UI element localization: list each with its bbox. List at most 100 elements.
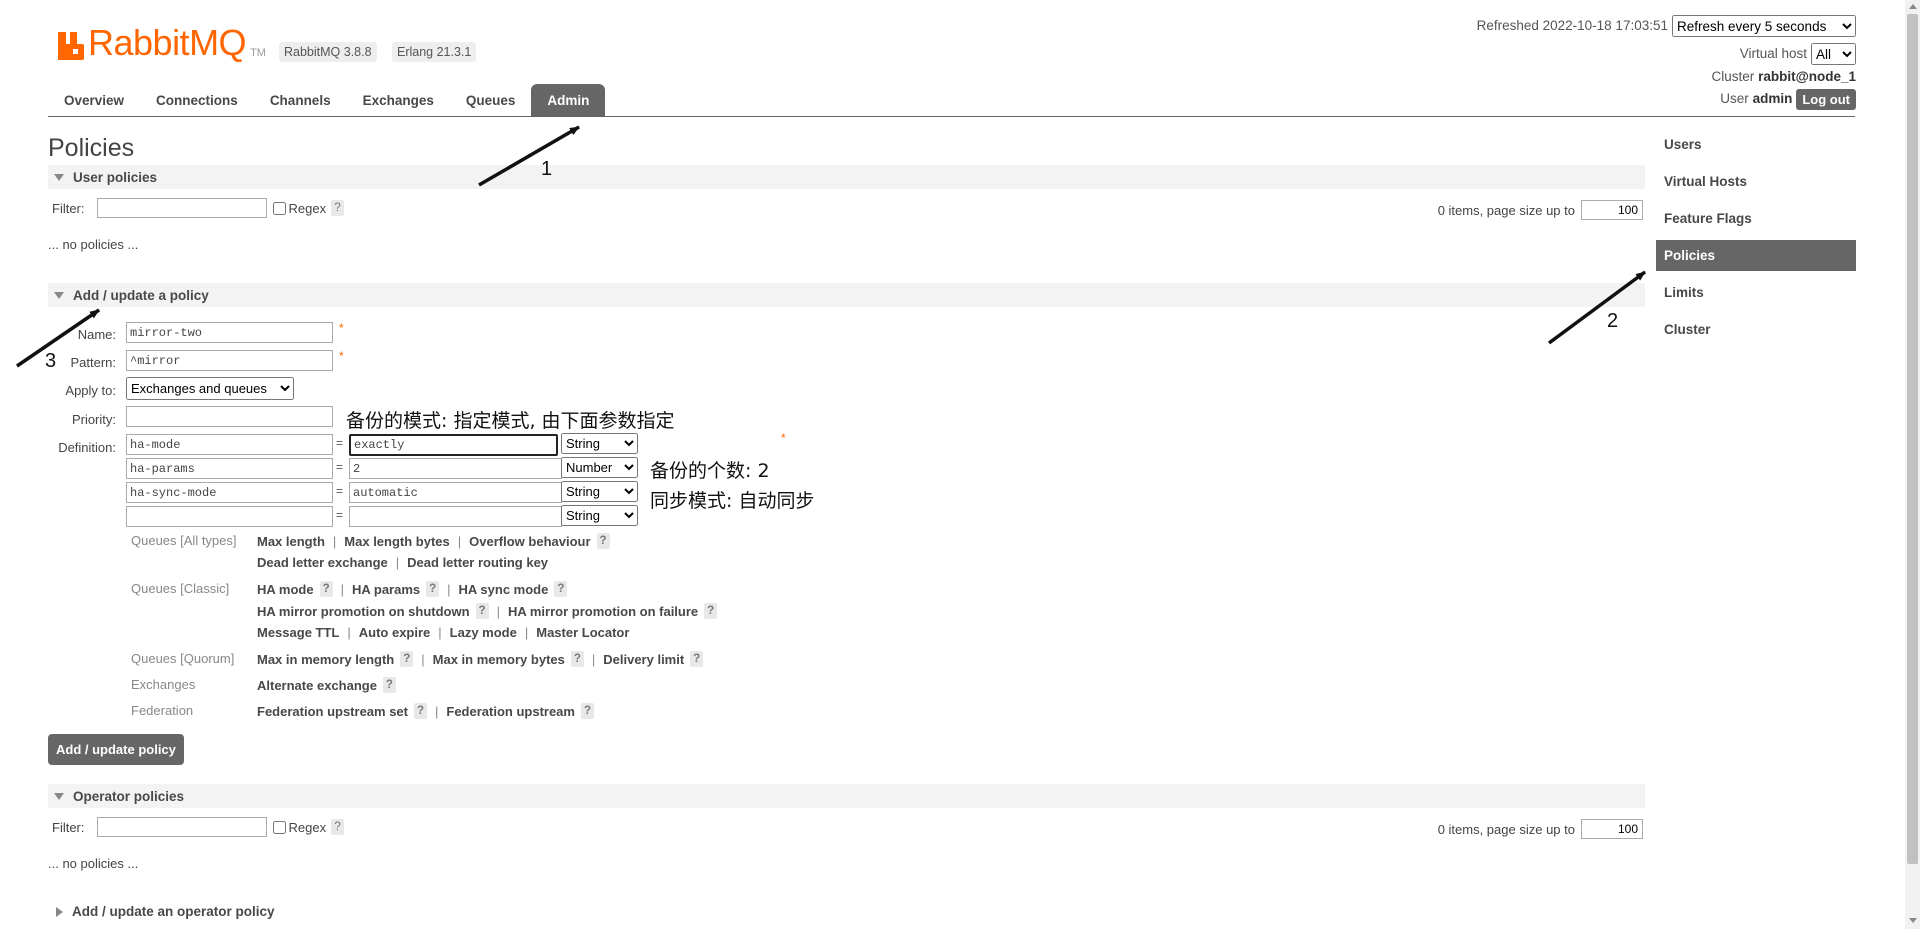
- rabbitmq-logo[interactable]: RabbitMQ TM: [58, 22, 266, 63]
- page-size-input[interactable]: [1581, 200, 1643, 220]
- key-max-length[interactable]: Max length: [257, 534, 325, 549]
- refreshed-timestamp: Refreshed 2022-10-18 17:03:51: [1476, 18, 1668, 33]
- help-icon[interactable]: ?: [400, 651, 414, 667]
- key-message-ttl[interactable]: Message TTL: [257, 625, 339, 640]
- tab-admin[interactable]: Admin: [531, 84, 606, 117]
- tab-overview[interactable]: Overview: [48, 84, 140, 117]
- add-update-policy-button[interactable]: Add / update policy: [48, 734, 184, 765]
- definition-key-input[interactable]: [126, 434, 333, 455]
- key-max-length-bytes[interactable]: Max length bytes: [344, 534, 449, 549]
- policy-pattern-input[interactable]: [126, 350, 333, 371]
- definition-type-select[interactable]: String: [561, 433, 638, 454]
- scrollbar-thumb[interactable]: [1907, 14, 1918, 864]
- help-icon[interactable]: ?: [475, 603, 489, 619]
- key-dead-letter-exchange[interactable]: Dead letter exchange: [257, 555, 388, 570]
- equals-sign: =: [336, 508, 344, 522]
- all-types-keys-line2: Dead letter exchange | Dead letter routin…: [257, 555, 549, 570]
- sidebar-item-feature-flags[interactable]: Feature Flags: [1656, 203, 1856, 234]
- definition-key-input[interactable]: [126, 506, 333, 527]
- key-master-locator[interactable]: Master Locator: [536, 625, 629, 640]
- scroll-down-icon[interactable]: [1909, 918, 1917, 923]
- classic-keys-line2: HA mirror promotion on shutdown ? | HA mi…: [257, 603, 718, 619]
- key-overflow-behaviour[interactable]: Overflow behaviour: [469, 534, 590, 549]
- user-policies-header[interactable]: User policies: [48, 165, 1645, 189]
- help-icon[interactable]: ?: [331, 200, 345, 216]
- pager-text: 0 items, page size up to: [1437, 821, 1575, 837]
- help-icon[interactable]: ?: [554, 581, 568, 597]
- key-ha-mode[interactable]: HA mode: [257, 582, 314, 597]
- key-delivery-limit[interactable]: Delivery limit: [603, 652, 684, 667]
- help-icon[interactable]: ?: [690, 651, 704, 667]
- add-operator-policy-header[interactable]: Add / update an operator policy: [48, 904, 275, 919]
- key-federation-upstream[interactable]: Federation upstream: [446, 704, 575, 719]
- filter-label: Filter:: [52, 200, 85, 216]
- apply-to-select[interactable]: Exchanges and queues: [126, 377, 294, 400]
- help-icon[interactable]: ?: [319, 581, 333, 597]
- refresh-interval-select[interactable]: Refresh every 5 seconds: [1672, 15, 1856, 37]
- operator-policies-filter-input[interactable]: [96, 817, 267, 837]
- regex-checkbox[interactable]: [272, 820, 286, 834]
- annotation-ha-params-note: 备份的个数: 2: [650, 460, 770, 482]
- category-all-types: Queues [All types]: [131, 533, 237, 548]
- logo-text: RabbitMQ: [88, 22, 247, 63]
- section-title: Operator policies: [73, 788, 185, 804]
- help-icon[interactable]: ?: [704, 603, 718, 619]
- header-status-panel: Refreshed 2022-10-18 17:03:51 Refresh ev…: [1476, 15, 1856, 110]
- definition-value-input[interactable]: [349, 434, 558, 456]
- help-icon[interactable]: ?: [414, 703, 427, 719]
- policy-name-input[interactable]: [126, 322, 333, 343]
- required-marker: *: [339, 349, 344, 363]
- definition-type-select[interactable]: Number: [561, 457, 638, 478]
- key-lazy-mode[interactable]: Lazy mode: [450, 625, 517, 640]
- expand-triangle-icon: [56, 906, 63, 917]
- key-ha-sync-mode[interactable]: HA sync mode: [459, 582, 549, 597]
- page-size-input[interactable]: [1581, 819, 1643, 839]
- key-ha-promotion-failure[interactable]: HA mirror promotion on failure: [508, 604, 698, 619]
- tab-queues[interactable]: Queues: [450, 84, 532, 117]
- virtual-host-select[interactable]: All: [1811, 43, 1856, 65]
- priority-input[interactable]: [126, 406, 333, 427]
- tab-exchanges[interactable]: Exchanges: [347, 84, 450, 117]
- key-ha-params[interactable]: HA params: [352, 582, 420, 597]
- operator-policies-pager: 0 items, page size up to: [1438, 819, 1643, 839]
- definition-key-input[interactable]: [126, 482, 333, 503]
- regex-label: Regex: [288, 200, 327, 216]
- sidebar-item-users[interactable]: Users: [1656, 129, 1856, 160]
- definition-label: Definition:: [58, 440, 116, 455]
- operator-policies-header[interactable]: Operator policies: [48, 784, 1645, 808]
- help-icon[interactable]: ?: [331, 819, 345, 835]
- key-ha-promotion-shutdown[interactable]: HA mirror promotion on shutdown: [257, 604, 470, 619]
- definition-value-input[interactable]: [349, 506, 562, 527]
- key-federation-upstream-set[interactable]: Federation upstream set: [257, 704, 408, 719]
- definition-value-input[interactable]: [349, 482, 562, 503]
- sidebar-item-limits[interactable]: Limits: [1656, 277, 1856, 308]
- help-icon[interactable]: ?: [596, 533, 610, 549]
- section-title: Add / update an operator policy: [72, 904, 275, 919]
- key-dead-letter-routing-key[interactable]: Dead letter routing key: [407, 555, 548, 570]
- regex-checkbox[interactable]: [272, 201, 286, 215]
- help-icon[interactable]: ?: [570, 651, 584, 667]
- user-policies-filter-input[interactable]: [96, 198, 267, 218]
- definition-key-input[interactable]: [126, 458, 333, 479]
- category-exchanges: Exchanges: [131, 677, 196, 692]
- add-policy-header[interactable]: Add / update a policy: [48, 283, 1645, 307]
- help-icon[interactable]: ?: [580, 703, 594, 719]
- key-max-in-memory-bytes[interactable]: Max in memory bytes: [433, 652, 565, 667]
- help-icon[interactable]: ?: [382, 677, 396, 693]
- key-max-in-memory-length[interactable]: Max in memory length: [257, 652, 394, 667]
- annotation-ha-mode-note: 备份的模式: 指定模式, 由下面参数指定: [346, 410, 675, 432]
- sidebar-item-policies[interactable]: Policies: [1656, 240, 1856, 271]
- sidebar-item-cluster[interactable]: Cluster: [1656, 314, 1856, 345]
- logout-button[interactable]: Log out: [1796, 88, 1856, 110]
- key-auto-expire[interactable]: Auto expire: [359, 625, 431, 640]
- key-alternate-exchange[interactable]: Alternate exchange: [257, 678, 377, 693]
- sidebar-item-virtual-hosts[interactable]: Virtual Hosts: [1656, 166, 1856, 197]
- definition-value-input[interactable]: [349, 458, 562, 479]
- definition-type-select[interactable]: String: [561, 505, 638, 526]
- tab-channels[interactable]: Channels: [254, 84, 347, 117]
- definition-type-select[interactable]: String: [561, 481, 638, 502]
- annotation-step-2: 2: [1607, 310, 1619, 332]
- help-icon[interactable]: ?: [426, 581, 440, 597]
- scroll-up-icon[interactable]: [1909, 4, 1917, 9]
- tab-connections[interactable]: Connections: [140, 84, 254, 117]
